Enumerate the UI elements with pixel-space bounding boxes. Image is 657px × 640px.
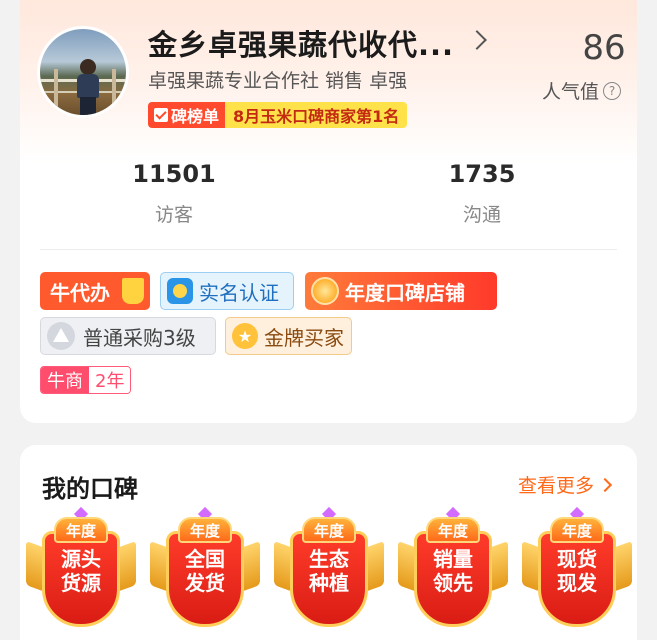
- stat-visitors[interactable]: 11501 访客: [104, 160, 244, 227]
- award-cap: 年度: [54, 517, 108, 543]
- avatar-post: [112, 69, 116, 115]
- tag-niushang-years: 2年: [89, 367, 131, 393]
- award-text: 生态 种植: [290, 547, 368, 595]
- stat-communication-label: 沟通: [462, 204, 501, 226]
- tag-purchase-level-label: 普通采购3级: [83, 325, 196, 350]
- divider: [40, 249, 617, 250]
- award-badge[interactable]: 年度 现货 现发: [522, 506, 632, 627]
- award-text: 销量 领先: [414, 547, 492, 595]
- tag-verified-label: 实名认证: [199, 280, 279, 305]
- award-line2: 现发: [557, 571, 597, 595]
- avatar-post: [54, 69, 58, 115]
- award-cap: 年度: [550, 517, 604, 543]
- award-line2: 种植: [309, 571, 349, 595]
- award-cap: 年度: [302, 517, 356, 543]
- tag-annual-shop[interactable]: 年度口碑店铺: [305, 272, 497, 310]
- tag-verified[interactable]: 实名认证: [160, 272, 294, 310]
- ranking-badge-rank: 8月玉米口碑商家第1名: [225, 102, 408, 128]
- level-icon: [47, 322, 75, 350]
- chevron-right-icon[interactable]: [467, 30, 487, 50]
- award-line2: 领先: [433, 571, 473, 595]
- reputation-card: 我的口碑 查看更多 年度 源头 货源 年度 全国 发货 年度 生态 种植 年度 销量领…: [20, 445, 637, 640]
- avatar-figure-body: [77, 74, 99, 98]
- popularity-value: 86: [582, 28, 626, 68]
- award-cap: 年度: [178, 517, 232, 543]
- shop-profile-card: 金乡卓强果蔬代收代... 卓强果蔬专业合作社 销售 卓强 碑榜单 8月玉米口碑商…: [20, 0, 637, 423]
- award-badge[interactable]: 年度 源头 货源: [26, 506, 136, 627]
- reputation-title: 我的口碑: [42, 475, 138, 503]
- tag-niudaiban[interactable]: 牛代办: [40, 272, 150, 310]
- ranking-badge-label-box: 碑榜单: [148, 102, 226, 128]
- stat-communication-value: 1735: [448, 160, 516, 188]
- avatar[interactable]: [37, 26, 129, 118]
- award-text: 现货 现发: [538, 547, 616, 595]
- popularity-label-row: 人气值 ?: [542, 77, 622, 104]
- avatar-figure-legs: [80, 97, 96, 115]
- award-badge[interactable]: 年度 全国 发货: [150, 506, 260, 627]
- award-badge[interactable]: 年度 销量 领先: [398, 506, 508, 627]
- help-icon[interactable]: ?: [603, 81, 622, 100]
- cup-icon: [122, 278, 144, 304]
- award-line2: 发货: [185, 571, 225, 595]
- ranking-badge[interactable]: 碑榜单 8月玉米口碑商家第1名: [148, 102, 408, 128]
- award-line1: 源头: [61, 547, 101, 571]
- stat-visitors-label: 访客: [154, 204, 193, 226]
- award-line1: 生态: [309, 547, 349, 571]
- stat-communication[interactable]: 1735 沟通: [412, 160, 552, 227]
- tag-niushang[interactable]: 牛商 2年: [40, 366, 132, 394]
- award-line2: 货源: [61, 571, 101, 595]
- award-cap: 年度: [426, 517, 480, 543]
- view-more-link[interactable]: 查看更多: [518, 471, 613, 498]
- popularity-label: 人气值: [542, 81, 600, 103]
- award-line1: 全国: [185, 547, 225, 571]
- shield-icon: [167, 278, 193, 304]
- medal-icon: [311, 277, 339, 305]
- tag-gold-buyer[interactable]: ★ 金牌买家: [225, 317, 352, 355]
- award-badge[interactable]: 年度 生态 种植: [274, 506, 384, 627]
- view-more-label: 查看更多: [518, 475, 595, 497]
- ranking-badge-label: 碑榜单: [171, 107, 220, 126]
- tag-niudaiban-label: 牛代办: [50, 280, 110, 305]
- chevron-right-icon: [597, 477, 613, 492]
- award-text: 源头 货源: [42, 547, 120, 595]
- avatar-figure-head: [80, 59, 96, 75]
- tag-purchase-level[interactable]: 普通采购3级: [40, 317, 216, 355]
- star-icon: ★: [232, 323, 258, 349]
- award-line1: 销量: [433, 547, 473, 571]
- tag-niushang-label: 牛商: [41, 367, 89, 393]
- shop-subtitle: 卓强果蔬专业合作社 销售 卓强: [148, 70, 408, 92]
- check-icon: [154, 108, 168, 122]
- tag-gold-buyer-label: 金牌买家: [264, 325, 344, 350]
- shop-name[interactable]: 金乡卓强果蔬代收代...: [148, 22, 454, 64]
- award-text: 全国 发货: [166, 547, 244, 595]
- award-line1: 现货: [557, 547, 597, 571]
- stat-visitors-value: 11501: [132, 160, 216, 188]
- tag-annual-shop-label: 年度口碑店铺: [345, 280, 465, 305]
